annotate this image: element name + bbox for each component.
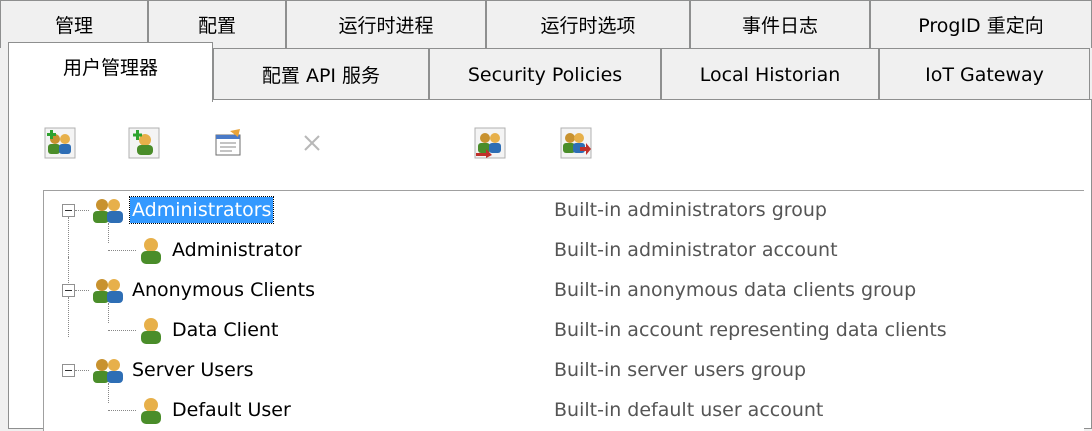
collapse-toggle[interactable] [62, 364, 75, 377]
tree-item-name: Server Users [132, 359, 254, 381]
delete-button[interactable] [295, 126, 329, 160]
tab-label: ProgID 重定向 [918, 15, 1044, 37]
user-tree[interactable]: Administrators Built-in administrators g… [43, 190, 1084, 431]
export-users-icon [560, 127, 592, 159]
collapse-toggle[interactable] [62, 284, 75, 297]
tab-label: 配置 [197, 15, 236, 37]
add-user-icon [128, 127, 160, 159]
import-users-icon [474, 127, 506, 159]
user-group-icon [93, 199, 123, 223]
tab-event-log[interactable]: 事件日志 [690, 0, 870, 48]
tree-item-administrator[interactable]: Administrator Built-in administrator acc… [44, 231, 1084, 271]
user-icon [141, 318, 161, 344]
tab-label: 管理 [54, 15, 93, 37]
tab-label: Local Historian [699, 63, 841, 86]
add-user-button[interactable] [127, 126, 161, 160]
tree-item-default-user[interactable]: Default User Built-in default user accou… [44, 391, 1084, 431]
tree-item-anonymous-clients[interactable]: Anonymous Clients Built-in anonymous dat… [44, 271, 1084, 311]
tab-runtime-process[interactable]: 运行时进程 [286, 0, 486, 48]
tree-item-server-users[interactable]: Server Users Built-in server users group [44, 351, 1084, 391]
tab-row-front: 用户管理器 配置 API 服务 Security Policies Local … [0, 42, 1090, 102]
add-user-group-icon [44, 127, 76, 159]
properties-icon [215, 129, 241, 156]
tab-label: IoT Gateway [925, 63, 1044, 86]
tree-item-name: Administrator [172, 239, 302, 261]
tab-label: 运行时选项 [540, 15, 636, 37]
tab-label: 用户管理器 [62, 57, 158, 79]
tree-line [75, 210, 89, 211]
tree-item-description: Built-in server users group [554, 359, 807, 381]
properties-button[interactable] [211, 126, 245, 160]
tab-label: 配置 API 服务 [261, 65, 381, 87]
tab-iot-gateway[interactable]: IoT Gateway [879, 48, 1090, 100]
tree-item-name: Default User [172, 399, 291, 421]
tab-local-historian[interactable]: Local Historian [661, 48, 879, 100]
tree-item-description: Built-in administrator account [554, 239, 838, 261]
delete-icon [304, 135, 320, 151]
tree-line [108, 250, 136, 251]
tree-item-name: Administrators [128, 196, 275, 224]
tree-line [108, 330, 136, 331]
tab-config[interactable]: 配置 [148, 0, 286, 48]
tab-user-manager[interactable]: 用户管理器 [8, 42, 213, 102]
tree-item-description: Built-in account representing data clien… [554, 319, 947, 341]
toolbar [9, 100, 1091, 180]
tab-runtime-options[interactable]: 运行时选项 [486, 0, 690, 48]
tree-item-description: Built-in administrators group [554, 199, 827, 221]
tree-line [75, 370, 89, 371]
tab-row-back: 管理 配置 运行时进程 运行时选项 事件日志 ProgID 重定向 [0, 0, 1092, 48]
tree-line [108, 410, 136, 411]
tab-admin[interactable]: 管理 [0, 0, 148, 48]
tree-item-description: Built-in anonymous data clients group [554, 279, 917, 301]
tab-label: 运行时进程 [338, 15, 434, 37]
tree-line [75, 290, 89, 291]
add-user-group-button[interactable] [43, 126, 77, 160]
tree-item-name: Anonymous Clients [132, 279, 315, 301]
tab-config-api-service[interactable]: 配置 API 服务 [213, 48, 429, 100]
tree-item-data-client[interactable]: Data Client Built-in account representin… [44, 311, 1084, 351]
export-users-button[interactable] [559, 126, 593, 160]
tab-progid-redirect[interactable]: ProgID 重定向 [870, 0, 1092, 48]
tree-item-description: Built-in default user account [554, 399, 824, 421]
user-manager-panel: Administrators Built-in administrators g… [8, 99, 1092, 431]
user-group-icon [93, 359, 123, 383]
tab-label: 事件日志 [741, 15, 818, 37]
user-group-icon [93, 279, 123, 303]
tab-security-policies[interactable]: Security Policies [429, 48, 661, 100]
tree-item-administrators[interactable]: Administrators Built-in administrators g… [44, 191, 1084, 231]
import-users-button[interactable] [473, 126, 507, 160]
tree-item-name: Data Client [172, 319, 279, 341]
tab-label: Security Policies [467, 63, 623, 86]
collapse-toggle[interactable] [62, 204, 75, 217]
user-icon [141, 238, 161, 264]
